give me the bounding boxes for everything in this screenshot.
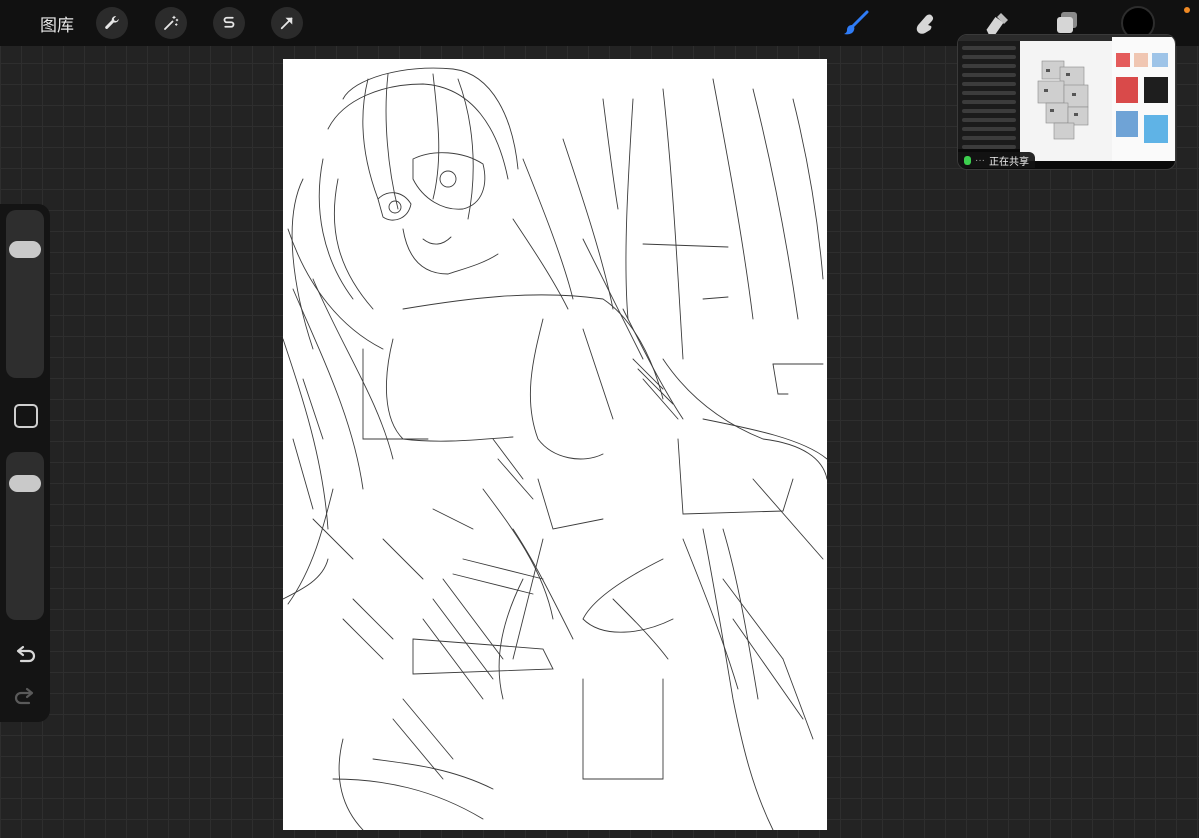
left-sidebar xyxy=(0,204,50,722)
brush-size-slider[interactable] xyxy=(6,210,44,378)
more-dots-icon[interactable]: ··· xyxy=(975,155,985,166)
modifier-square-icon[interactable] xyxy=(14,404,38,428)
smudge-icon xyxy=(916,14,934,34)
opacity-thumb[interactable] xyxy=(9,475,41,492)
wrench-icon xyxy=(105,16,119,29)
redo-icon[interactable] xyxy=(12,684,38,710)
actions-button[interactable] xyxy=(96,7,128,39)
screen-share-preview[interactable]: ··· 正在共享 xyxy=(957,34,1176,170)
share-preview-gallery xyxy=(1112,37,1175,161)
screen-share-status: ··· 正在共享 xyxy=(958,152,1035,168)
eraser-icon xyxy=(986,13,1008,37)
opacity-slider[interactable] xyxy=(6,452,44,620)
sketch-artwork xyxy=(283,67,827,830)
brush-size-thumb[interactable] xyxy=(9,241,41,258)
share-preview-image xyxy=(1020,41,1112,161)
microphone-icon xyxy=(964,155,971,165)
transform-button[interactable] xyxy=(271,7,303,39)
share-status-label: 正在共享 xyxy=(989,156,1029,168)
share-preview-artwork xyxy=(1020,41,1112,161)
transform-arrow-icon xyxy=(280,17,293,30)
brush-tool[interactable] xyxy=(840,7,872,39)
brush-icon xyxy=(844,10,869,35)
share-preview-sidebar xyxy=(958,41,1020,149)
gallery-button[interactable]: 图库 xyxy=(40,11,74,36)
selection-s-icon xyxy=(223,16,235,28)
share-preview-thumbnails xyxy=(1116,53,1168,143)
selection-button[interactable] xyxy=(213,7,245,39)
layers-icon xyxy=(1057,12,1077,33)
magic-wand-icon xyxy=(164,15,179,30)
smudge-tool[interactable] xyxy=(909,7,941,39)
adjustments-button[interactable] xyxy=(155,7,187,39)
recording-indicator xyxy=(1184,7,1190,13)
undo-icon[interactable] xyxy=(12,642,38,668)
drawing-canvas[interactable] xyxy=(283,59,827,830)
